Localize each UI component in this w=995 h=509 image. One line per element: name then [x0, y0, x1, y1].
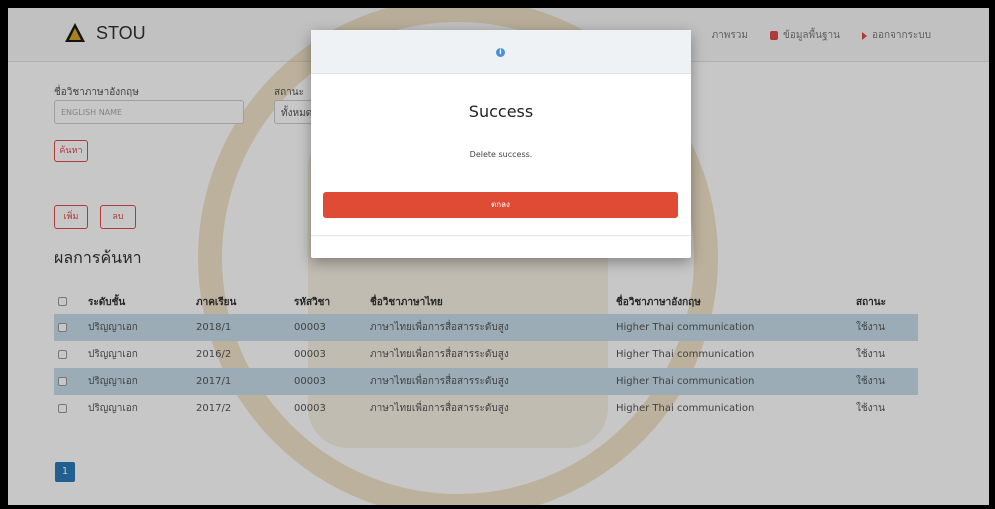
dialog-title: Success [468, 102, 534, 121]
dialog-message: Delete success. [469, 150, 533, 159]
dialog-header: i [311, 30, 691, 74]
success-dialog: i Success Delete success. ตกลง [311, 30, 691, 258]
info-icon: i [496, 48, 505, 57]
app-window: STOU ภาพรวม ข้อมูลพื้นฐาน ออกจากระบบ ชื่… [8, 8, 989, 505]
modal-backdrop[interactable]: i Success Delete success. ตกลง [8, 8, 989, 505]
dialog-footer-divider [311, 235, 691, 236]
ok-button[interactable]: ตกลง [323, 192, 678, 218]
